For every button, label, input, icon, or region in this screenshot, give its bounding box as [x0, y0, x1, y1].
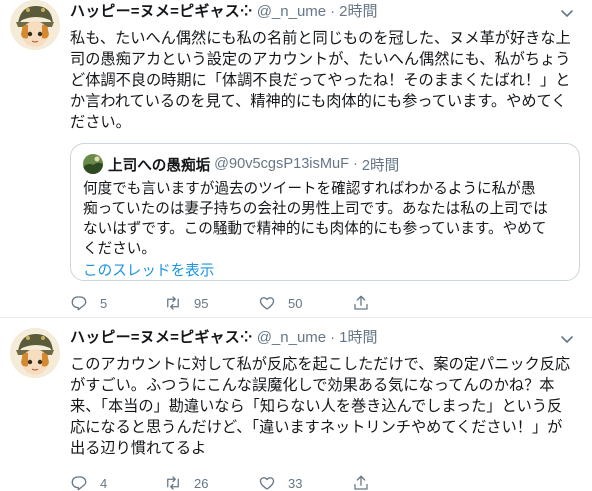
timestamp[interactable]: 1時間	[339, 328, 377, 348]
retweet-count: 95	[194, 295, 209, 311]
tweet-actions: 4 26 33	[70, 473, 580, 491]
separator: ·	[330, 3, 336, 20]
tweet-text: このアカウントに対して私が反応を起こしただけで、案の定パニック反応 がすごい。ふ…	[70, 356, 571, 457]
reply-count: 5	[100, 295, 108, 311]
quote-separator: ·	[353, 156, 358, 172]
timestamp[interactable]: 2時間	[339, 2, 377, 22]
like-button[interactable]: 33	[258, 474, 352, 491]
share-icon	[354, 475, 368, 490]
tweet-header: ハッピー=ヌメ=ピギャス⁘ @_n_ume · 2時間	[70, 2, 580, 22]
retweet-count: 26	[194, 475, 209, 491]
display-name[interactable]: ハッピー=ヌメ=ピギャス⁘	[70, 328, 253, 348]
tweet[interactable]: ハッピー=ヌメ=ピギャス⁘ @_n_ume · 1時間 このアカウントに対して私…	[0, 318, 592, 491]
caret-down-icon[interactable]	[560, 6, 574, 20]
avatar[interactable]	[10, 0, 60, 50]
tweet-header: ハッピー=ヌメ=ピギャス⁘ @_n_ume · 1時間	[70, 328, 580, 348]
reply-icon	[71, 296, 87, 311]
retweet-button[interactable]: 26	[164, 474, 258, 491]
reply-button[interactable]: 4	[70, 474, 164, 491]
like-icon	[259, 297, 275, 310]
reply-count: 4	[100, 475, 108, 491]
reply-icon	[71, 476, 87, 491]
caret-down-icon[interactable]	[560, 332, 574, 346]
tweet-actions: 5 95 50	[70, 293, 580, 313]
retweet-icon	[167, 296, 179, 310]
handle[interactable]: @_n_ume	[257, 2, 326, 22]
quote-text: 何度でも言いますが過去のツイートを確認すればわかるように私が愚 痴っていたのは妻…	[83, 181, 548, 257]
quote-handle: @90v5cgsP13isMuF	[214, 156, 350, 172]
share-button[interactable]	[352, 294, 382, 312]
quote-display-name: 上司への愚痴垢	[108, 157, 211, 174]
retweet-button[interactable]: 95	[164, 294, 258, 312]
display-name[interactable]: ハッピー=ヌメ=ピギャス⁘	[70, 2, 253, 22]
quote-timestamp: 2時間	[361, 157, 400, 174]
retweet-icon	[167, 476, 179, 490]
like-count: 50	[288, 295, 303, 311]
avatar[interactable]	[10, 328, 60, 378]
tweet[interactable]: ハッピー=ヌメ=ピギャス⁘ @_n_ume · 2時間 私も、たいへん偶然にも私…	[0, 0, 592, 318]
show-thread-link[interactable]: このスレッドを表示	[83, 261, 567, 281]
reply-button[interactable]: 5	[70, 294, 164, 312]
like-button[interactable]: 50	[258, 294, 352, 312]
like-count: 33	[288, 475, 303, 491]
like-icon	[259, 477, 275, 490]
handle[interactable]: @_n_ume	[257, 328, 326, 348]
quoted-tweet[interactable]: 上司への愚痴垢 @90v5cgsP13isMuF · 2時間 何度でも言いますが…	[70, 143, 580, 281]
separator: ·	[330, 329, 336, 346]
tweet-text: 私も、たいへん偶然にも私の名前と同じものを冠した、ヌメ革が好きな上 司の愚痴アカ…	[70, 30, 571, 131]
share-icon	[354, 295, 368, 310]
share-button[interactable]	[352, 474, 382, 491]
quote-avatar	[83, 154, 103, 174]
